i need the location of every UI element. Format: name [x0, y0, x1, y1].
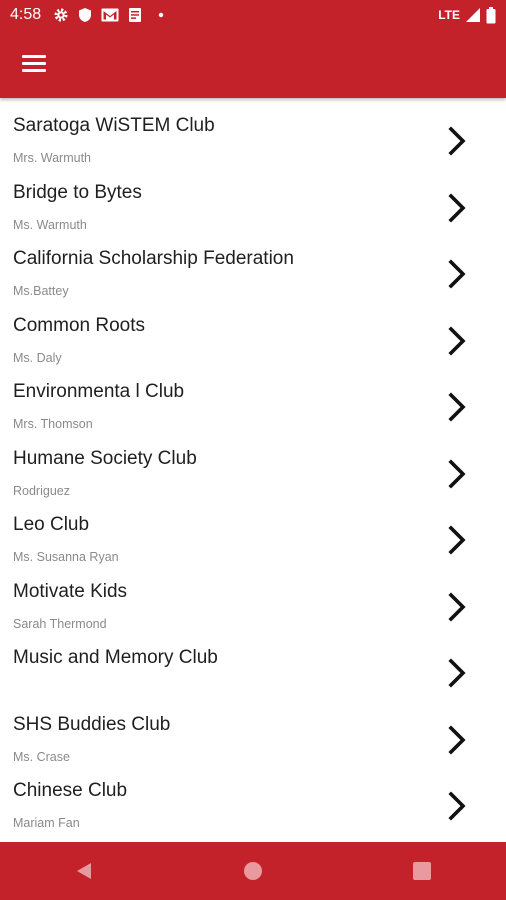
chevron-right-icon[interactable]	[446, 524, 470, 556]
chevron-right-icon[interactable]	[446, 790, 470, 822]
hamburger-menu-icon[interactable]	[18, 50, 52, 78]
club-name: California Scholarship Federation	[13, 248, 294, 269]
document-icon	[129, 8, 142, 22]
club-advisor: Rodriguez	[13, 483, 70, 498]
chevron-right-icon[interactable]	[446, 657, 470, 689]
club-name: Common Roots	[13, 314, 145, 336]
club-list-item[interactable]: Humane Society Club Rodriguez	[0, 440, 506, 507]
chevron-right-icon[interactable]	[446, 458, 470, 490]
app-bar	[0, 30, 506, 98]
club-list-item[interactable]: Bridge to Bytes Ms. Warmuth	[0, 174, 506, 241]
dot-icon	[158, 12, 164, 18]
club-list-item[interactable]: California Scholarship Federation Ms.Batt…	[0, 240, 506, 307]
club-name: Environmenta l Club	[13, 381, 185, 402]
chevron-right-icon[interactable]	[446, 391, 470, 423]
chevron-right-icon[interactable]	[446, 724, 470, 756]
signal-icon	[466, 8, 480, 22]
club-name: Humane Society Club	[13, 447, 197, 469]
chevron-right-icon[interactable]	[446, 325, 470, 357]
club-list: Saratoga WiSTEM Club Mrs. Warmuth Bridge t…	[0, 107, 506, 840]
club-advisor: Ms. Daly	[13, 350, 62, 365]
club-advisor: Mariam Fan	[13, 816, 80, 830]
club-advisor: Ms. Crase	[13, 749, 70, 764]
system-nav-bar	[0, 842, 506, 900]
status-time: 4:58	[10, 6, 42, 23]
battery-icon	[486, 6, 496, 23]
club-list-item[interactable]: Saratoga WiSTEM Club Mrs. Warmuth	[0, 107, 506, 174]
chevron-right-icon[interactable]	[446, 192, 470, 224]
club-advisor: Ms. Warmuth	[13, 217, 87, 232]
club-advisor: Mrs. Thomson	[13, 417, 93, 431]
club-list-item[interactable]: SHS Buddies Club Ms. Crase	[0, 706, 506, 773]
club-advisor: Sarah Thermond	[13, 616, 107, 631]
home-circle-icon	[243, 862, 262, 880]
chevron-right-icon[interactable]	[446, 125, 470, 157]
system-status: LTE	[438, 6, 496, 24]
chevron-right-icon[interactable]	[446, 258, 470, 290]
club-name: Motivate Kids	[13, 580, 128, 602]
settings-gear-icon	[54, 8, 68, 22]
back-triangle-icon	[77, 863, 92, 879]
club-list-item[interactable]: Music and Memory Club	[0, 639, 506, 706]
status-bar: 4:58 LTE	[0, 0, 506, 30]
recents-square-icon	[412, 862, 431, 880]
club-advisor: Mrs. Warmuth	[13, 151, 92, 165]
club-list-item[interactable]: Environmenta l Club Mrs. Thomson	[0, 373, 506, 440]
club-name: Music and Memory Club	[13, 647, 218, 668]
club-list-item[interactable]: Common Roots Ms. Daly	[0, 307, 506, 374]
club-list-item[interactable]: Motivate Kids Sarah Thermond	[0, 573, 506, 640]
club-advisor: Ms. Susanna Ryan	[13, 550, 119, 564]
chevron-right-icon[interactable]	[446, 591, 470, 623]
home-button[interactable]	[223, 842, 283, 900]
club-name: SHS Buddies Club	[13, 713, 171, 735]
club-name: Saratoga WiSTEM Club	[13, 115, 215, 136]
club-name: Chinese Club	[13, 780, 128, 801]
shield-icon	[79, 8, 92, 22]
network-type: LTE	[438, 8, 460, 22]
club-name: Bridge to Bytes	[13, 181, 142, 203]
club-advisor: Ms.Battey	[13, 284, 69, 298]
club-list-item[interactable]: Leo Club Ms. Susanna Ryan	[0, 506, 506, 573]
club-name: Leo Club	[13, 514, 90, 535]
recents-button[interactable]	[392, 842, 452, 900]
gmail-icon	[101, 8, 119, 22]
back-button[interactable]	[54, 842, 114, 900]
notification-icons	[53, 7, 165, 23]
club-list-item[interactable]: Chinese Club Mariam Fan	[0, 772, 506, 839]
